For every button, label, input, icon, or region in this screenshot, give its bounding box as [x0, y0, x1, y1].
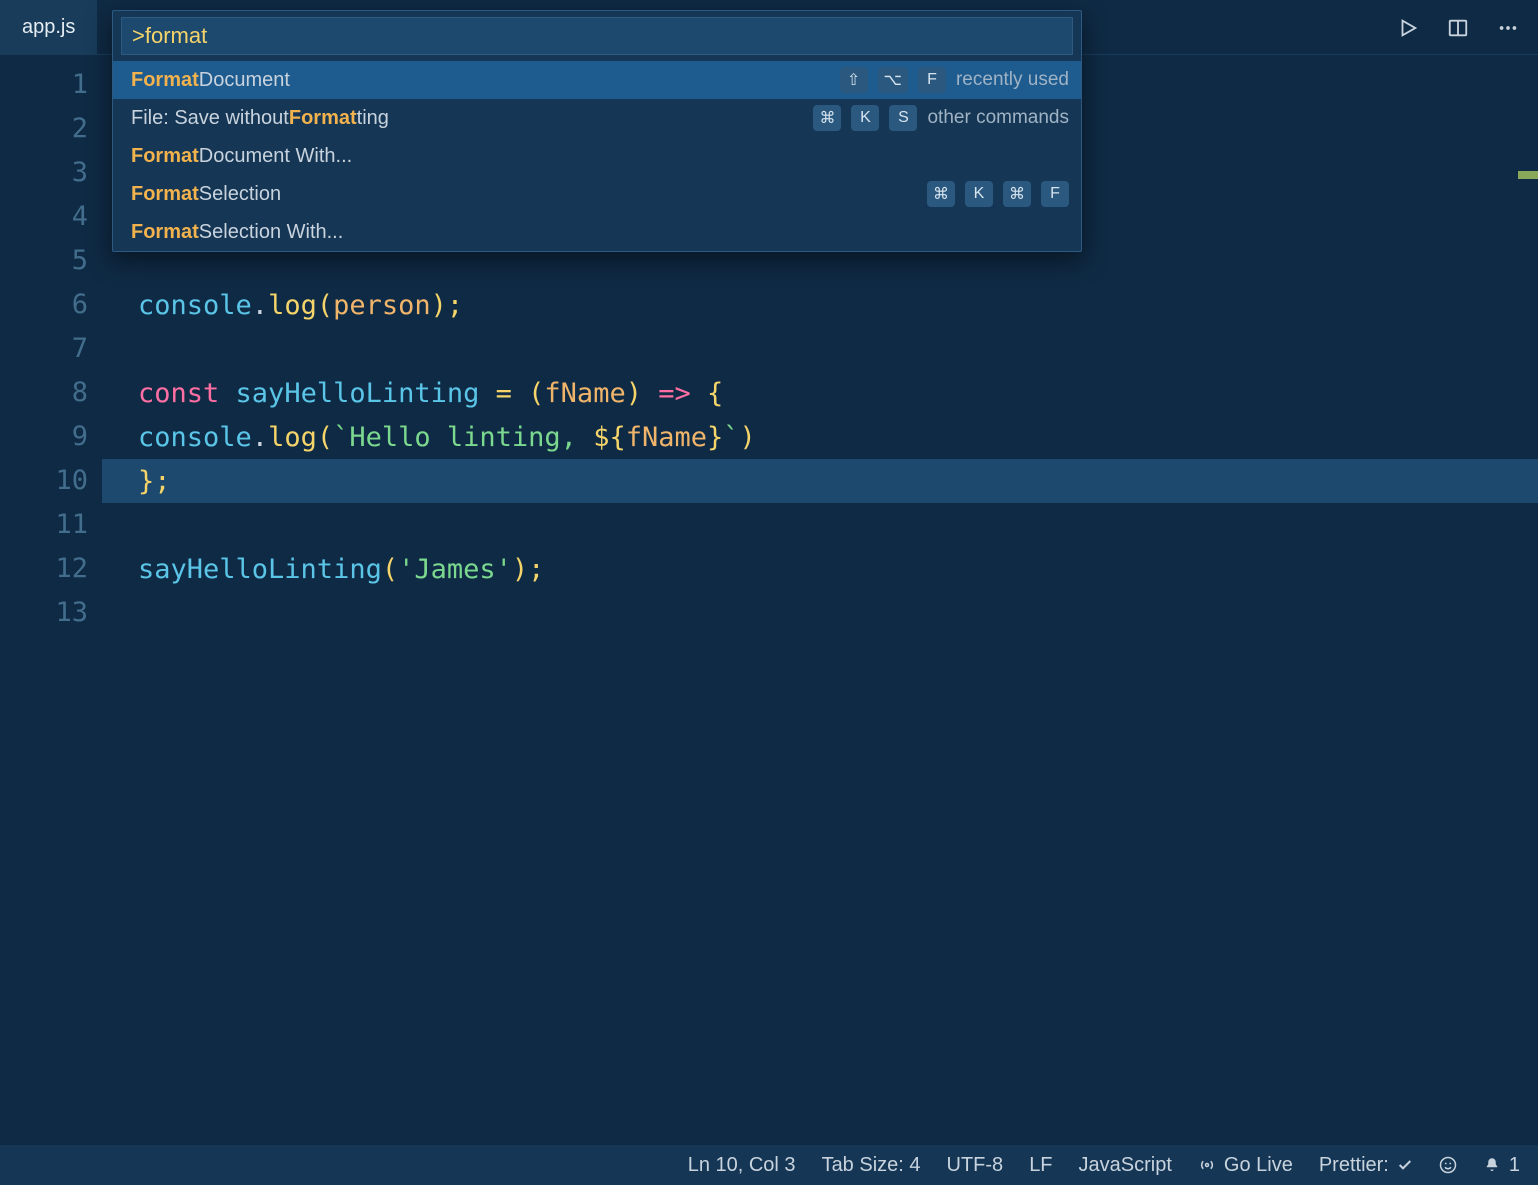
line-number: 3 — [0, 151, 102, 195]
code-line: console.log(person); — [102, 283, 1538, 327]
command-label: Format Selection With... — [131, 221, 343, 244]
command-label: File: Save without Formatting — [131, 107, 389, 130]
code-line — [102, 503, 1538, 547]
split-editor-icon[interactable] — [1444, 14, 1472, 42]
more-icon[interactable] — [1494, 14, 1522, 42]
status-bar: Ln 10, Col 3 Tab Size: 4 UTF-8 LF JavaSc… — [0, 1145, 1538, 1185]
command-palette: Format Document ⇧ ⌥ Frecently used File: Sav… — [112, 10, 1082, 252]
command-palette-item[interactable]: Format Document ⇧ ⌥ Frecently used — [113, 61, 1081, 99]
command-palette-item[interactable]: Format Selection With... — [113, 213, 1081, 251]
status-notifications[interactable]: 1 — [1483, 1154, 1520, 1177]
keycap: K — [965, 181, 993, 207]
command-palette-item[interactable]: Format Document With... — [113, 137, 1081, 175]
status-feedback[interactable] — [1439, 1156, 1457, 1174]
command-meta: recently used — [956, 69, 1069, 91]
command-label: Format Selection — [131, 183, 281, 206]
status-position[interactable]: Ln 10, Col 3 — [688, 1154, 796, 1177]
play-icon[interactable] — [1394, 14, 1422, 42]
keycap: S — [889, 105, 917, 131]
smiley-icon — [1439, 1156, 1457, 1174]
line-number: 11 — [0, 503, 102, 547]
keycap: ⇧ — [840, 67, 868, 93]
code-line — [102, 327, 1538, 371]
line-number: 8 — [0, 371, 102, 415]
line-number: 10 — [0, 459, 102, 503]
bell-icon — [1483, 1156, 1501, 1174]
broadcast-icon — [1198, 1156, 1216, 1174]
command-palette-item[interactable]: Format Selection ⌘ K ⌘ F — [113, 175, 1081, 213]
code-line: sayHelloLinting('James'); — [102, 547, 1538, 591]
tab-filename: app.js — [22, 16, 75, 39]
keycap: F — [1041, 181, 1069, 207]
keycap: ⌘ — [1003, 181, 1031, 207]
keycap: K — [851, 105, 879, 131]
command-palette-list: Format Document ⇧ ⌥ Frecently used File: Sav… — [113, 61, 1081, 251]
code-line — [102, 591, 1538, 635]
code-line-current: }; — [102, 459, 1538, 503]
status-tabsize[interactable]: Tab Size: 4 — [822, 1154, 921, 1177]
command-label: Format Document — [131, 69, 290, 92]
status-golive[interactable]: Go Live — [1198, 1154, 1293, 1177]
status-eol[interactable]: LF — [1029, 1154, 1052, 1177]
code-line: console.log(`Hello linting, ${fName}`) — [102, 415, 1538, 459]
line-number: 5 — [0, 239, 102, 283]
status-encoding[interactable]: UTF-8 — [947, 1154, 1004, 1177]
command-palette-item[interactable]: File: Save without Formatting ⌘ KSother co… — [113, 99, 1081, 137]
line-number: 2 — [0, 107, 102, 151]
minimap-marker — [1518, 171, 1538, 179]
command-meta: other commands — [927, 107, 1069, 129]
minimap[interactable] — [1518, 155, 1538, 855]
line-number: 1 — [0, 63, 102, 107]
line-number: 9 — [0, 415, 102, 459]
keycap: ⌥ — [878, 67, 908, 93]
command-label: Format Document With... — [131, 145, 352, 168]
line-number: 7 — [0, 327, 102, 371]
status-prettier[interactable]: Prettier: — [1319, 1154, 1413, 1177]
line-number: 13 — [0, 591, 102, 635]
code-line: const sayHelloLinting = (fName) => { — [102, 371, 1538, 415]
line-number: 12 — [0, 547, 102, 591]
line-number: 4 — [0, 195, 102, 239]
keycap: ⌘ — [927, 181, 955, 207]
keycap: F — [918, 67, 946, 93]
line-number: 6 — [0, 283, 102, 327]
check-icon — [1397, 1157, 1413, 1173]
keycap: ⌘ — [813, 105, 841, 131]
status-language[interactable]: JavaScript — [1079, 1154, 1172, 1177]
line-number-gutter: 12345678910111213 — [0, 55, 102, 1145]
editor-tab[interactable]: app.js — [0, 0, 97, 55]
command-palette-input[interactable] — [121, 17, 1073, 55]
tab-actions — [1394, 0, 1522, 55]
